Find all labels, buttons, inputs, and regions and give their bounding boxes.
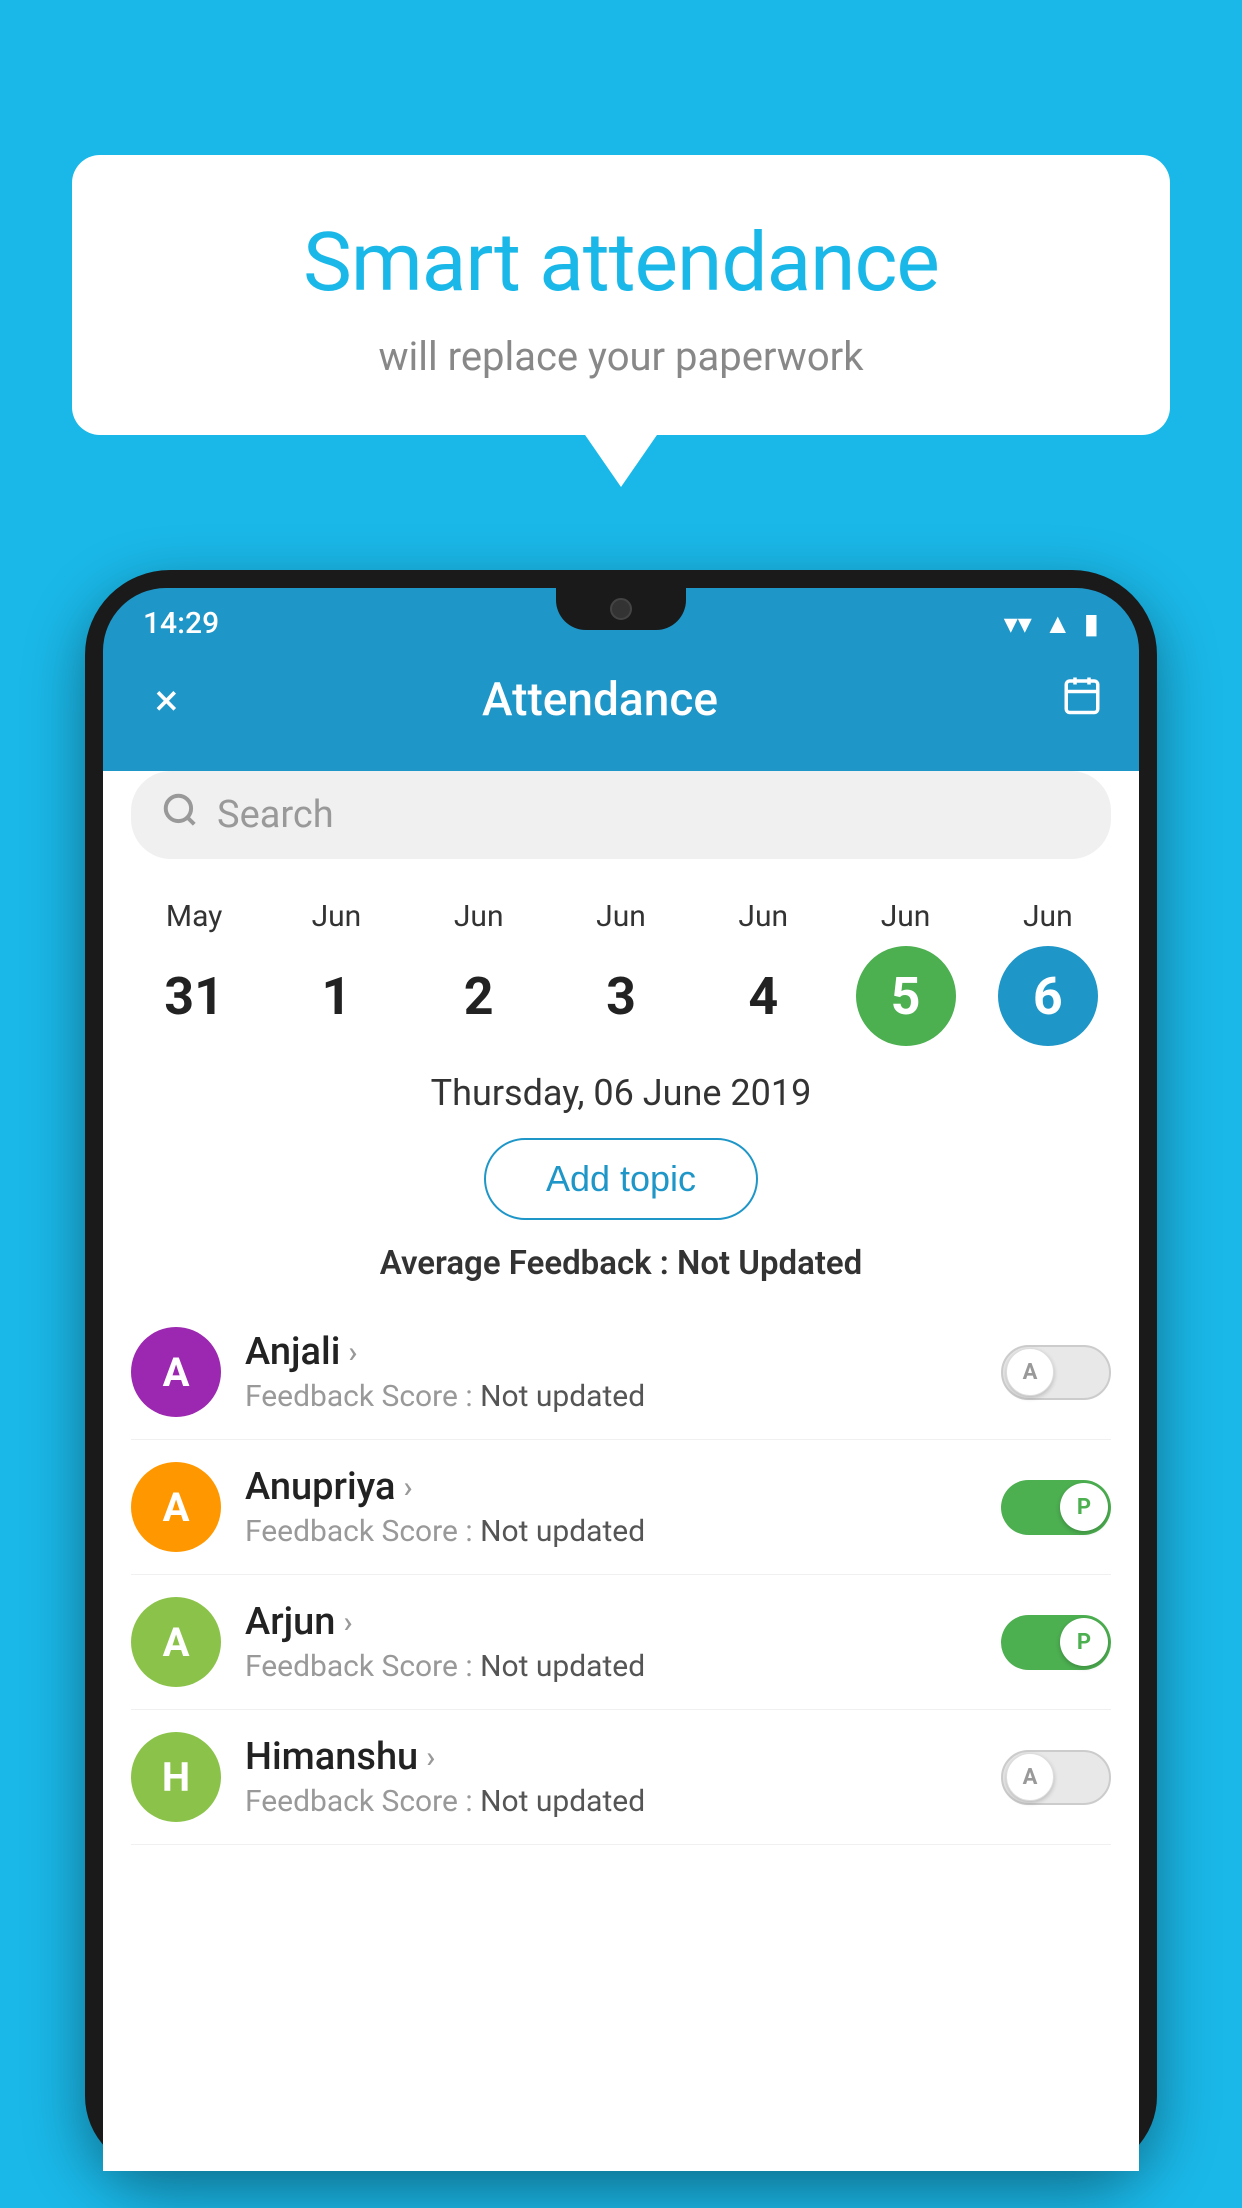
phone-notch-area: 14:29 ▾▾ ▲ ▮ × Attendance (103, 588, 1139, 2171)
status-icons: ▾▾ ▲ ▮ (1004, 607, 1099, 640)
calendar-day[interactable]: Jun 6 (988, 899, 1108, 1046)
student-row[interactable]: H Himanshu › Feedback Score : Not updatedA (131, 1710, 1111, 1845)
feedback-value: Not updated (480, 1514, 645, 1549)
cal-month-label: Jun (738, 899, 788, 934)
search-input[interactable]: Search (217, 793, 1081, 837)
search-bar[interactable]: Search (131, 771, 1111, 859)
calendar-day[interactable]: Jun 1 (276, 899, 396, 1046)
speech-bubble: Smart attendance will replace your paper… (72, 155, 1170, 435)
student-row[interactable]: A Arjun › Feedback Score : Not updated P (131, 1575, 1111, 1710)
cal-month-label: Jun (312, 899, 362, 934)
cal-month-label: May (166, 899, 222, 934)
calendar-day[interactable]: Jun 2 (419, 899, 539, 1046)
calendar-day[interactable]: Jun 4 (703, 899, 823, 1046)
toggle-knob: A (1006, 1753, 1054, 1801)
status-bar: 14:29 ▾▾ ▲ ▮ (103, 588, 1139, 651)
avatar: A (131, 1597, 221, 1687)
status-time: 14:29 (143, 606, 219, 641)
speech-bubble-container: Smart attendance will replace your paper… (72, 155, 1170, 435)
student-name: Anupriya › (245, 1465, 1001, 1509)
avatar: A (131, 1462, 221, 1552)
avg-feedback-label: Average Feedback : (380, 1244, 669, 1283)
cal-month-label: Jun (454, 899, 504, 934)
cal-month-label: Jun (1023, 899, 1073, 934)
cal-date-number: 1 (286, 946, 386, 1046)
attendance-toggle[interactable]: P (1001, 1615, 1111, 1670)
phone-outer: 14:29 ▾▾ ▲ ▮ × Attendance (85, 570, 1157, 2171)
feedback-value: Not updated (480, 1379, 645, 1414)
add-topic-button[interactable]: Add topic (484, 1138, 758, 1220)
calendar-icon[interactable] (1061, 674, 1103, 726)
avatar: A (131, 1327, 221, 1417)
student-row[interactable]: A Anupriya › Feedback Score : Not updated P (131, 1440, 1111, 1575)
bubble-subtitle: will replace your paperwork (122, 333, 1120, 380)
feedback-score: Feedback Score : Not updated (245, 1784, 1001, 1819)
cal-month-label: Jun (881, 899, 931, 934)
battery-icon: ▮ (1084, 607, 1099, 640)
calendar-day[interactable]: Jun 3 (561, 899, 681, 1046)
attendance-toggle[interactable]: P (1001, 1480, 1111, 1535)
student-row[interactable]: AAnjali ›Feedback Score : Not updatedA (131, 1305, 1111, 1440)
calendar-row: May 31 Jun 1 Jun 2 Jun 3 Jun 4 Jun 5 Jun 6 (103, 881, 1139, 1046)
feedback-value: Not updated (480, 1649, 645, 1684)
notch (556, 588, 686, 630)
student-name: Arjun › (245, 1600, 1001, 1644)
cal-date-number: 31 (144, 946, 244, 1046)
camera-icon (610, 598, 632, 620)
app-bar: × Attendance (103, 651, 1139, 749)
student-info: Anupriya › Feedback Score : Not updated (245, 1465, 1001, 1549)
feedback-score: Feedback Score : Not updated (245, 1649, 1001, 1684)
student-info: Arjun › Feedback Score : Not updated (245, 1600, 1001, 1684)
avg-feedback: Average Feedback : Not Updated (103, 1244, 1139, 1283)
feedback-score: Feedback Score : Not updated (245, 1514, 1001, 1549)
chevron-icon: › (348, 1335, 357, 1370)
signal-icon: ▲ (1044, 607, 1072, 640)
student-list: AAnjali ›Feedback Score : Not updatedAAA… (103, 1305, 1139, 1845)
attendance-toggle[interactable]: A (1001, 1750, 1111, 1805)
chevron-icon: › (426, 1740, 435, 1775)
selected-date: Thursday, 06 June 2019 (103, 1072, 1139, 1114)
feedback-score: Feedback Score : Not updated (245, 1379, 1001, 1414)
cal-date-number: 6 (998, 946, 1098, 1046)
feedback-value: Not updated (480, 1784, 645, 1819)
search-icon (161, 791, 199, 839)
avg-feedback-value: Not Updated (677, 1244, 862, 1283)
avatar: H (131, 1732, 221, 1822)
wifi-icon: ▾▾ (1004, 607, 1032, 640)
student-name: Himanshu › (245, 1735, 1001, 1779)
cal-date-number: 4 (713, 946, 813, 1046)
phone-container: 14:29 ▾▾ ▲ ▮ × Attendance (85, 570, 1157, 2208)
chevron-icon: › (403, 1470, 412, 1505)
cal-date-number: 5 (856, 946, 956, 1046)
bubble-title: Smart attendance (122, 215, 1120, 311)
cal-date-number: 2 (429, 946, 529, 1046)
chevron-icon: › (343, 1605, 352, 1640)
cal-month-label: Jun (596, 899, 646, 934)
student-info: Himanshu › Feedback Score : Not updated (245, 1735, 1001, 1819)
calendar-day[interactable]: Jun 5 (846, 899, 966, 1046)
app-title: Attendance (139, 673, 1061, 727)
calendar-day[interactable]: May 31 (134, 899, 254, 1046)
student-name: Anjali › (245, 1330, 1001, 1374)
toggle-knob: A (1006, 1348, 1054, 1396)
toggle-knob: P (1060, 1618, 1108, 1666)
toggle-knob: P (1060, 1483, 1108, 1531)
attendance-toggle[interactable]: A (1001, 1345, 1111, 1400)
phone-content: Search May 31 Jun 1 Jun 2 Jun 3 Jun 4 Jun 5 Jun 6 Thu… (103, 771, 1139, 2171)
student-info: Anjali › Feedback Score : Not updated (245, 1330, 1001, 1414)
cal-date-number: 3 (571, 946, 671, 1046)
